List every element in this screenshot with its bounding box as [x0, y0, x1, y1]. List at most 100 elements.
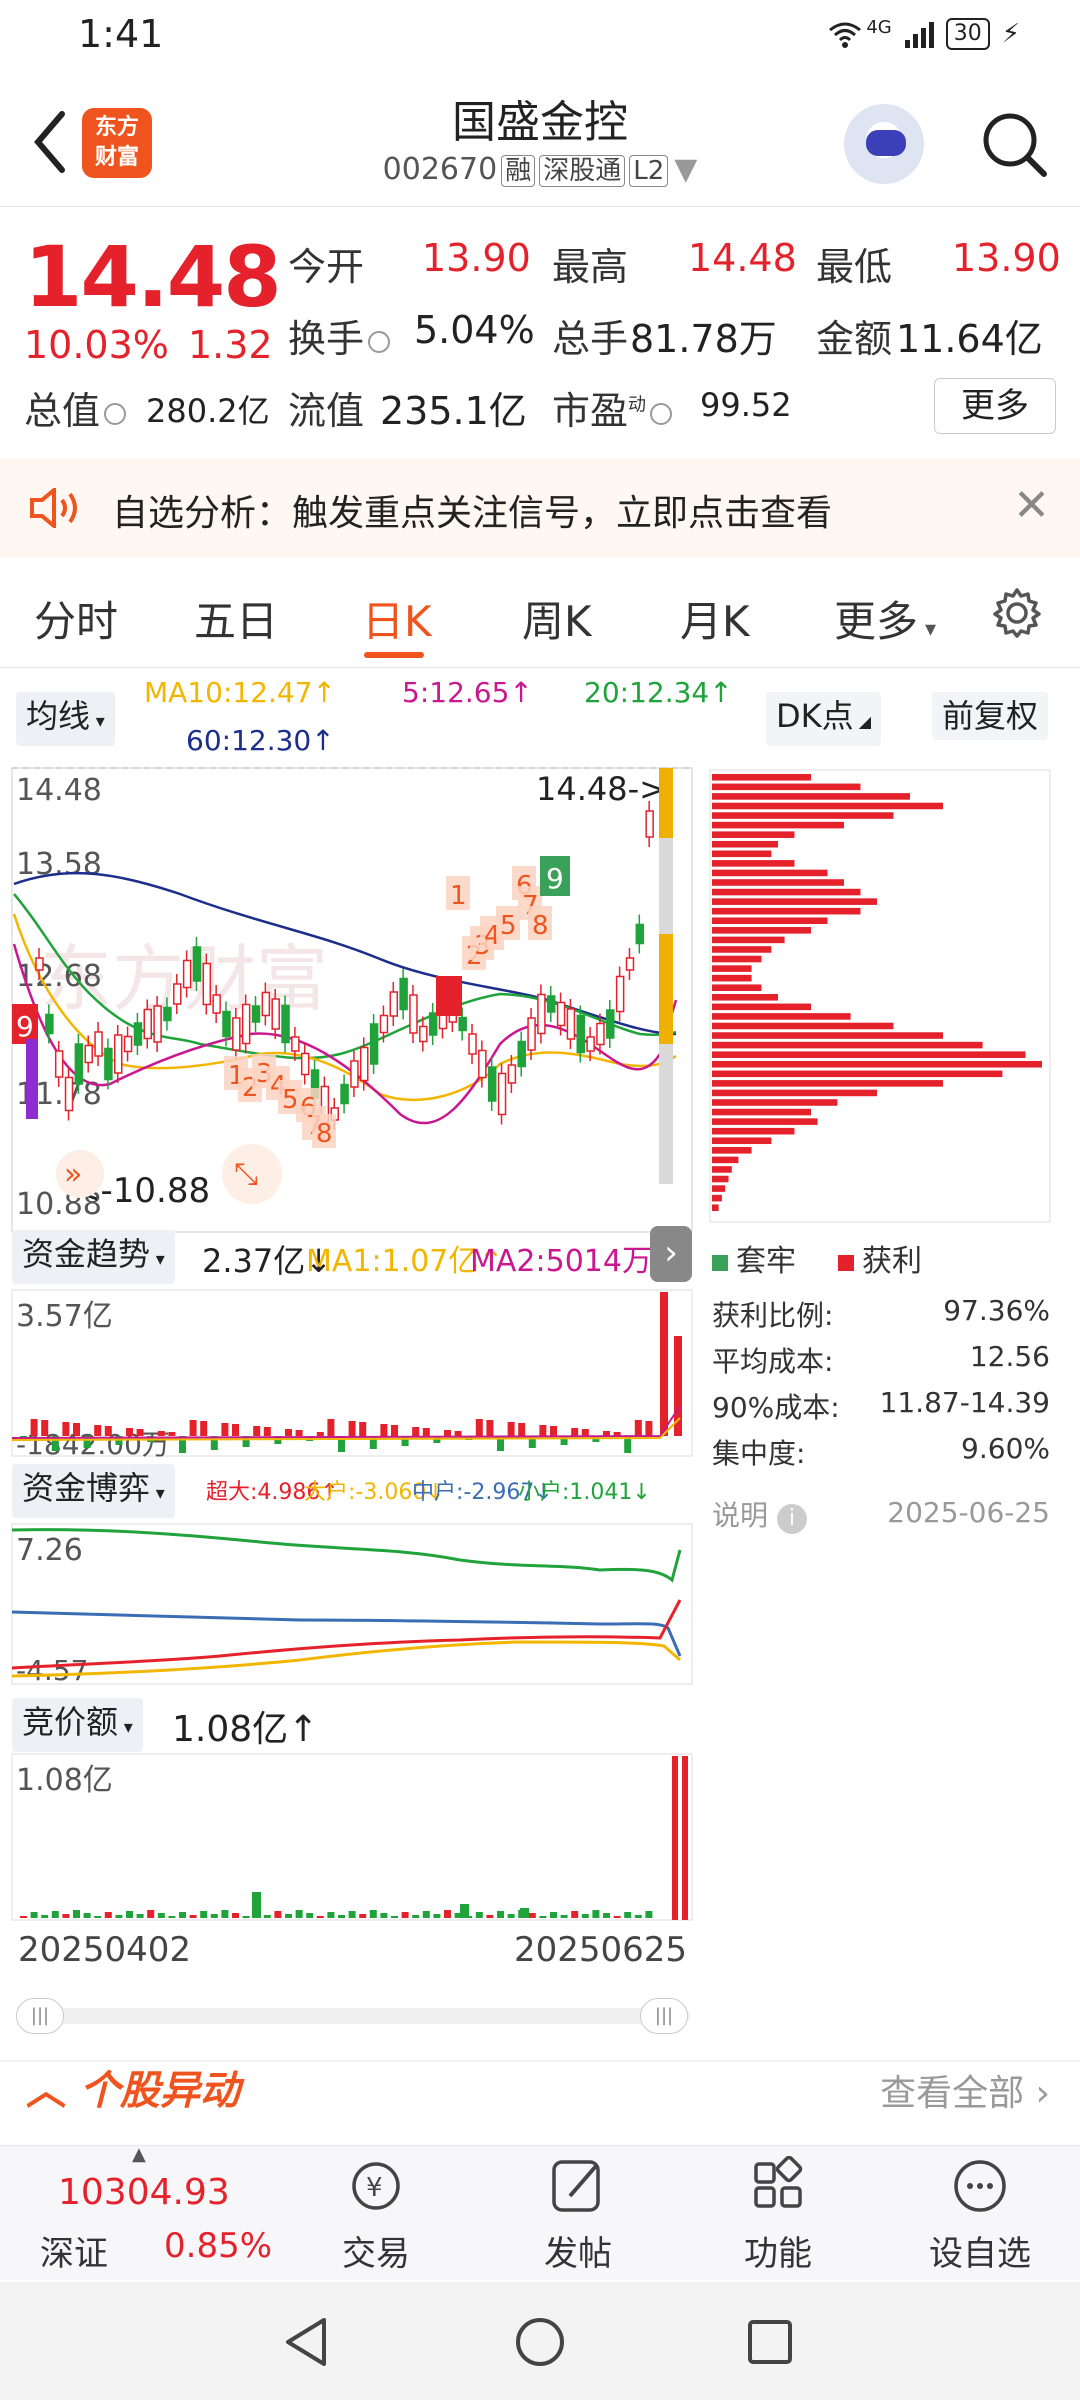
chip-bar [712, 821, 844, 829]
info-icon[interactable] [104, 402, 127, 425]
auction-bar [338, 1915, 345, 1918]
up-caret-icon: ▲ [132, 2144, 146, 2165]
chip-bar [712, 1041, 983, 1049]
ma10-value: MA10:12.47↑ [144, 676, 336, 709]
collapse-icon-glyph: » [64, 1157, 82, 1192]
tab-daily-k[interactable]: 日K [362, 588, 432, 649]
auction-bar [412, 1915, 420, 1918]
candle-body [74, 1043, 84, 1085]
dk-point-button[interactable]: DK点 ◢ [766, 692, 882, 746]
candle-body [84, 1044, 93, 1064]
auction-bar [73, 1910, 80, 1918]
auction-bar [497, 1911, 504, 1918]
info-icon[interactable] [368, 330, 391, 353]
add-watchlist-button[interactable]: 设自选 [910, 2156, 1050, 2275]
volume-value: 81.78万 [630, 317, 777, 361]
chip-bar [712, 888, 861, 896]
chip-bar [712, 1099, 838, 1106]
period-tabs: 分时 五日 日K 周K 月K 更多 ▾ [0, 558, 1080, 668]
auction-bar [168, 1916, 176, 1918]
fund-game-selector[interactable]: 资金博弈 ▾ [12, 1464, 175, 1518]
fund-game-bottom: -4.57 [16, 1654, 88, 1687]
auction-bar [221, 1910, 229, 1918]
fund-trend-bar [136, 1429, 144, 1436]
float-value: 235.1亿 [380, 389, 527, 433]
close-icon[interactable]: ✕ [1013, 480, 1050, 531]
auction-bar [295, 1910, 303, 1918]
candle-body [487, 1066, 497, 1102]
candle-body [517, 1040, 526, 1068]
trade-icon: ¥ [352, 2162, 400, 2210]
fund-trend-selector[interactable]: 资金趋势 ▾ [12, 1230, 175, 1284]
robot-assistant-icon[interactable] [844, 104, 924, 184]
tab-monthly-k[interactable]: 月K [680, 588, 750, 649]
chip-bar [712, 1070, 1003, 1078]
candle-body [409, 994, 418, 1034]
chevron-right-icon[interactable]: › [650, 1226, 692, 1282]
auction-bar [147, 1910, 155, 1918]
tab-intraday[interactable]: 分时 [34, 588, 118, 649]
tab-five-day[interactable]: 五日 [194, 588, 278, 649]
auction-selector[interactable]: 竞价额 ▾ [12, 1698, 143, 1752]
banner-text: 自选分析：触发重点关注信号，立即点击查看 [112, 493, 833, 534]
fund-trend-bar [475, 1419, 483, 1436]
expand-icon-glyph: ⤡ [234, 1157, 258, 1192]
adjust-button[interactable]: 前复权 [932, 692, 1049, 740]
candle-body [576, 1014, 586, 1054]
index-value[interactable]: 10304.93 [58, 2172, 230, 2213]
candle-body [133, 1022, 143, 1046]
chart-area: 均线 ▾ MA10:12.47↑ 5:12.65↑ 20:12.34↑ 60:1… [0, 668, 1080, 2068]
ma-selector[interactable]: 均线 ▾ [16, 692, 115, 746]
chip-bar [712, 898, 877, 905]
tag-connect: 深股通 [539, 155, 626, 187]
auction-bar [422, 1911, 430, 1918]
tab-weekly-k[interactable]: 周K [522, 588, 592, 649]
fund-trend-bar [454, 1431, 462, 1436]
chip-label: 获利比例: [712, 1299, 834, 1332]
analysis-banner[interactable]: 自选分析：触发重点关注信号，立即点击查看 ✕ [0, 458, 1080, 558]
chip-date: 2025-06-25 [887, 1496, 1050, 1529]
candle-body [104, 1047, 113, 1081]
range-slider-track[interactable] [18, 2008, 690, 2024]
fund-trend-bar [126, 1428, 133, 1436]
range-handle-right[interactable]: ||| [640, 1998, 688, 2034]
chip-bar [712, 1080, 943, 1087]
section-title-anomaly[interactable]: ︿ 个股异动 [26, 2058, 240, 2116]
chip-bar [712, 1166, 732, 1173]
battery-icon: 30 [945, 18, 990, 50]
candle-body [428, 1012, 438, 1036]
chip-bar [712, 879, 844, 886]
chip-bar [712, 812, 894, 819]
functions-button[interactable]: 功能 [708, 2155, 848, 2275]
axis-label-1: 14.48 [16, 773, 102, 808]
status-icons: 4G 30 ⚡ [828, 16, 1020, 50]
network-type: 4G [866, 16, 892, 38]
turnover-label: 换手 [288, 308, 394, 363]
index-name: 深证 [40, 2234, 108, 2274]
chip-bar [712, 1108, 811, 1116]
chip-bar [712, 984, 762, 991]
low-value: 13.90 [952, 236, 1061, 280]
range-handle-left[interactable]: ||| [16, 1998, 64, 2034]
mcap-value: 280.2亿 [146, 392, 270, 430]
chip-bar [712, 907, 861, 915]
nav-recents-icon[interactable] [742, 2314, 798, 2370]
view-all-link[interactable]: 查看全部 › [880, 2064, 1050, 2116]
auction-bar [571, 1911, 579, 1918]
nav-home-icon[interactable] [512, 2314, 568, 2370]
nav-back-icon[interactable] [280, 2314, 336, 2370]
trade-button[interactable]: ¥ 交易 [306, 2156, 446, 2275]
candle-body [458, 1016, 467, 1032]
tab-more[interactable]: 更多 ▾ [834, 588, 936, 649]
post-button[interactable]: 发帖 [508, 2156, 648, 2275]
more-quote-button[interactable]: 更多 [934, 378, 1056, 434]
auction-chart: 1.08亿 [11, 1753, 693, 1921]
auction-bar [316, 1916, 324, 1918]
auction-bar [136, 1914, 144, 1918]
chip-note[interactable]: 说明 i [712, 1494, 807, 1534]
fund-trend-bar [104, 1426, 112, 1436]
search-icon[interactable] [978, 108, 1050, 180]
info-icon[interactable] [650, 402, 673, 425]
settings-gear-icon[interactable] [990, 586, 1044, 640]
candle-body [478, 1049, 487, 1079]
